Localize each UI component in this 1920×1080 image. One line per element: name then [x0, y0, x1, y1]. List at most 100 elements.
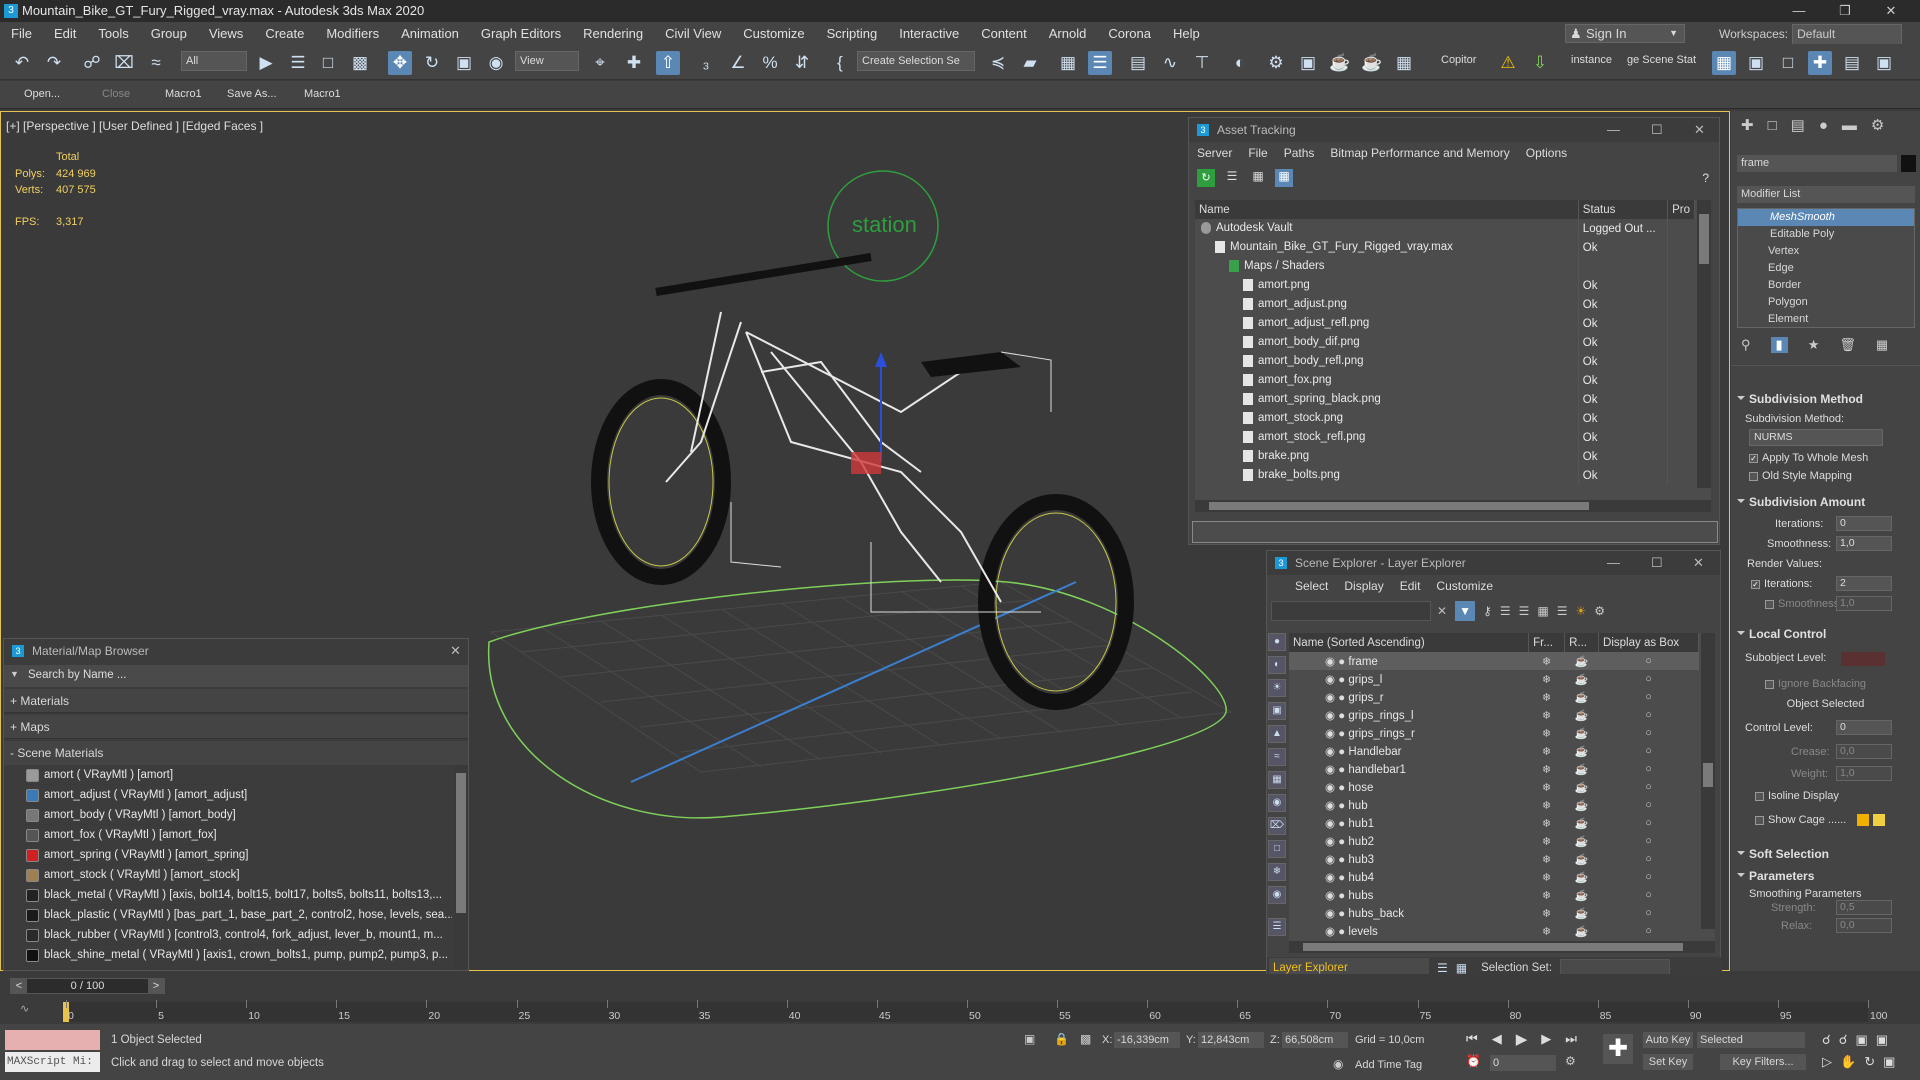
visibility-icon[interactable]: ◉: [1325, 926, 1335, 938]
window-crossing-icon[interactable]: ▩: [348, 51, 372, 75]
list-item[interactable]: amort_stock ( VRayMtl ) [amort_stock]: [4, 865, 452, 885]
display-box-icon[interactable]: ○: [1599, 724, 1699, 742]
play-icon[interactable]: ▶: [1516, 1030, 1528, 1048]
visibility-icon[interactable]: ◉: [1325, 872, 1335, 884]
renderable-icon[interactable]: ☕: [1565, 652, 1599, 670]
display-geometry-icon[interactable]: ◐: [1268, 656, 1286, 674]
asset-menu-options[interactable]: Options: [1518, 146, 1575, 160]
zoom-extents-icon[interactable]: ▣: [1855, 1032, 1867, 1048]
list-item[interactable]: black_rubber ( VRayMtl ) [control3, cont…: [4, 925, 452, 945]
materials-group[interactable]: + Materials: [4, 689, 468, 713]
schematic-view-icon[interactable]: ⊤: [1190, 51, 1214, 75]
renderable-icon[interactable]: ☕: [1565, 922, 1599, 940]
visibility-icon[interactable]: ◉: [1325, 782, 1335, 794]
checkbox-unchecked[interactable]: [1765, 599, 1774, 609]
render-dot-icon[interactable]: ●: [1338, 818, 1345, 830]
table-row[interactable]: amort_adjust.png Ok: [1195, 295, 1695, 314]
visibility-icon[interactable]: ◉: [1325, 890, 1335, 902]
hierarchy-icon[interactable]: ▦: [1456, 961, 1467, 975]
renderable-icon[interactable]: ☕: [1565, 886, 1599, 904]
display-hidden-icon[interactable]: ◉: [1268, 886, 1286, 904]
layer-scrollbar[interactable]: [1701, 633, 1715, 929]
display-box-icon[interactable]: ○: [1599, 652, 1699, 670]
smoothness-spinner[interactable]: 1,0: [1836, 536, 1892, 551]
create-layer-icon[interactable]: ☰: [1500, 604, 1511, 618]
col-status[interactable]: Status: [1578, 200, 1669, 219]
asset-menu-file[interactable]: File: [1240, 146, 1275, 160]
render-smoothness-spinner[interactable]: 1,0: [1836, 596, 1892, 611]
control-level-spinner[interactable]: 0: [1836, 720, 1892, 735]
maximize-icon[interactable]: ☐: [1651, 551, 1663, 575]
display-box-icon[interactable]: ○: [1599, 778, 1699, 796]
isolate-icon[interactable]: ▣: [1024, 1032, 1035, 1046]
modifier-list-select[interactable]: Modifier List: [1737, 186, 1915, 203]
current-frame-field[interactable]: 0: [1490, 1055, 1556, 1071]
cage-color-swatch-2[interactable]: [1873, 814, 1885, 826]
col-render[interactable]: R...: [1564, 633, 1600, 652]
visibility-icon[interactable]: ◉: [1325, 674, 1335, 686]
display-tab-icon[interactable]: ▬: [1842, 117, 1857, 134]
tree-view-icon[interactable]: ▦: [1249, 169, 1267, 187]
named-selection-set-select[interactable]: Create Selection Se: [857, 51, 975, 71]
freeze-icon[interactable]: ❄: [1529, 688, 1565, 706]
table-row[interactable]: amort_stock.png Ok: [1195, 409, 1695, 428]
render-dot-icon[interactable]: ●: [1338, 836, 1345, 848]
clear-search-icon[interactable]: ✕: [1437, 604, 1447, 618]
select-rotate-icon[interactable]: ↻: [420, 51, 444, 75]
render-dot-icon[interactable]: ●: [1338, 890, 1345, 902]
prev-frame-icon[interactable]: <: [11, 979, 27, 993]
configure-sets-icon[interactable]: ▦: [1876, 337, 1888, 353]
asset-hscroll[interactable]: [1195, 500, 1711, 512]
renderable-icon[interactable]: ☕: [1565, 742, 1599, 760]
col-freeze[interactable]: Fr...: [1528, 633, 1566, 652]
render-dot-icon[interactable]: ●: [1338, 908, 1345, 920]
render-iterations-spinner[interactable]: 2: [1836, 576, 1892, 591]
renderable-icon[interactable]: ☕: [1565, 850, 1599, 868]
edit-named-sel-icon[interactable]: {: [828, 51, 852, 75]
subdivision-method-select[interactable]: NURMS: [1749, 429, 1883, 446]
hierarchy-tab-icon[interactable]: ▤: [1791, 116, 1805, 134]
layer-row[interactable]: ◉ ● handlebar1 ❄ ☕ ○: [1289, 760, 1699, 778]
visibility-icon[interactable]: ◉: [1325, 710, 1335, 722]
layer-toggle-icon[interactable]: ☰: [1437, 961, 1448, 975]
object-color-swatch[interactable]: [1901, 155, 1916, 172]
list-item[interactable]: amort_spring ( VRayMtl ) [amort_spring]: [4, 845, 452, 865]
weight-spinner[interactable]: 1,0: [1836, 766, 1892, 781]
pan-icon[interactable]: ✋: [1840, 1054, 1856, 1070]
visibility-icon[interactable]: ◉: [1325, 746, 1335, 758]
list-item[interactable]: black_shine_metal ( VRayMtl ) [axis1, cr…: [4, 945, 452, 965]
select-by-name-icon[interactable]: ☰: [286, 51, 310, 75]
instance-button[interactable]: instance: [1571, 54, 1612, 66]
table-row[interactable]: amort_body_dif.png Ok: [1195, 333, 1695, 352]
y-coordinate-field[interactable]: 12,843cm: [1198, 1032, 1264, 1048]
redo-icon[interactable]: ↷: [42, 51, 66, 75]
modifier-stack-item[interactable]: Element: [1738, 311, 1914, 328]
maximize-viewport-icon[interactable]: ▣: [1883, 1054, 1895, 1070]
render-dot-icon[interactable]: ●: [1338, 746, 1345, 758]
display-box-icon[interactable]: ○: [1599, 850, 1699, 868]
renderable-icon[interactable]: ☕: [1565, 814, 1599, 832]
renderable-icon[interactable]: ☕: [1565, 670, 1599, 688]
show-cage-checkbox[interactable]: Show Cage ......: [1731, 810, 1920, 830]
freeze-icon[interactable]: ❄: [1529, 796, 1565, 814]
scene-menu-select[interactable]: Select: [1287, 579, 1336, 593]
sign-in-button[interactable]: ♟ Sign In ▼: [1565, 24, 1685, 43]
relax-spinner[interactable]: 0,0: [1836, 918, 1892, 933]
auto-key-button[interactable]: Auto Key: [1643, 1032, 1693, 1048]
modifier-stack-item[interactable]: Vertex: [1738, 243, 1914, 260]
table-row[interactable]: amort.png Ok: [1195, 276, 1695, 295]
visibility-icon[interactable]: ◉: [1325, 764, 1335, 776]
minimize-icon[interactable]: —: [1776, 0, 1822, 22]
table-row[interactable]: amort_fox.png Ok: [1195, 371, 1695, 390]
menu-arnold[interactable]: Arnold: [1038, 26, 1098, 41]
table-row[interactable]: brake.png Ok: [1195, 447, 1695, 466]
display-none-icon[interactable]: ●: [1268, 633, 1286, 651]
layer-settings-icon[interactable]: ⚙: [1594, 604, 1605, 618]
display-box-icon[interactable]: ○: [1599, 868, 1699, 886]
renderable-icon[interactable]: ☕: [1565, 706, 1599, 724]
visibility-icon[interactable]: ◉: [1325, 656, 1335, 668]
menu-graph-editors[interactable]: Graph Editors: [470, 26, 572, 41]
apply-whole-mesh-checkbox[interactable]: ✓ Apply To Whole Mesh: [1731, 448, 1920, 468]
menu-rendering[interactable]: Rendering: [572, 26, 654, 41]
scene-menu-edit[interactable]: Edit: [1392, 579, 1429, 593]
